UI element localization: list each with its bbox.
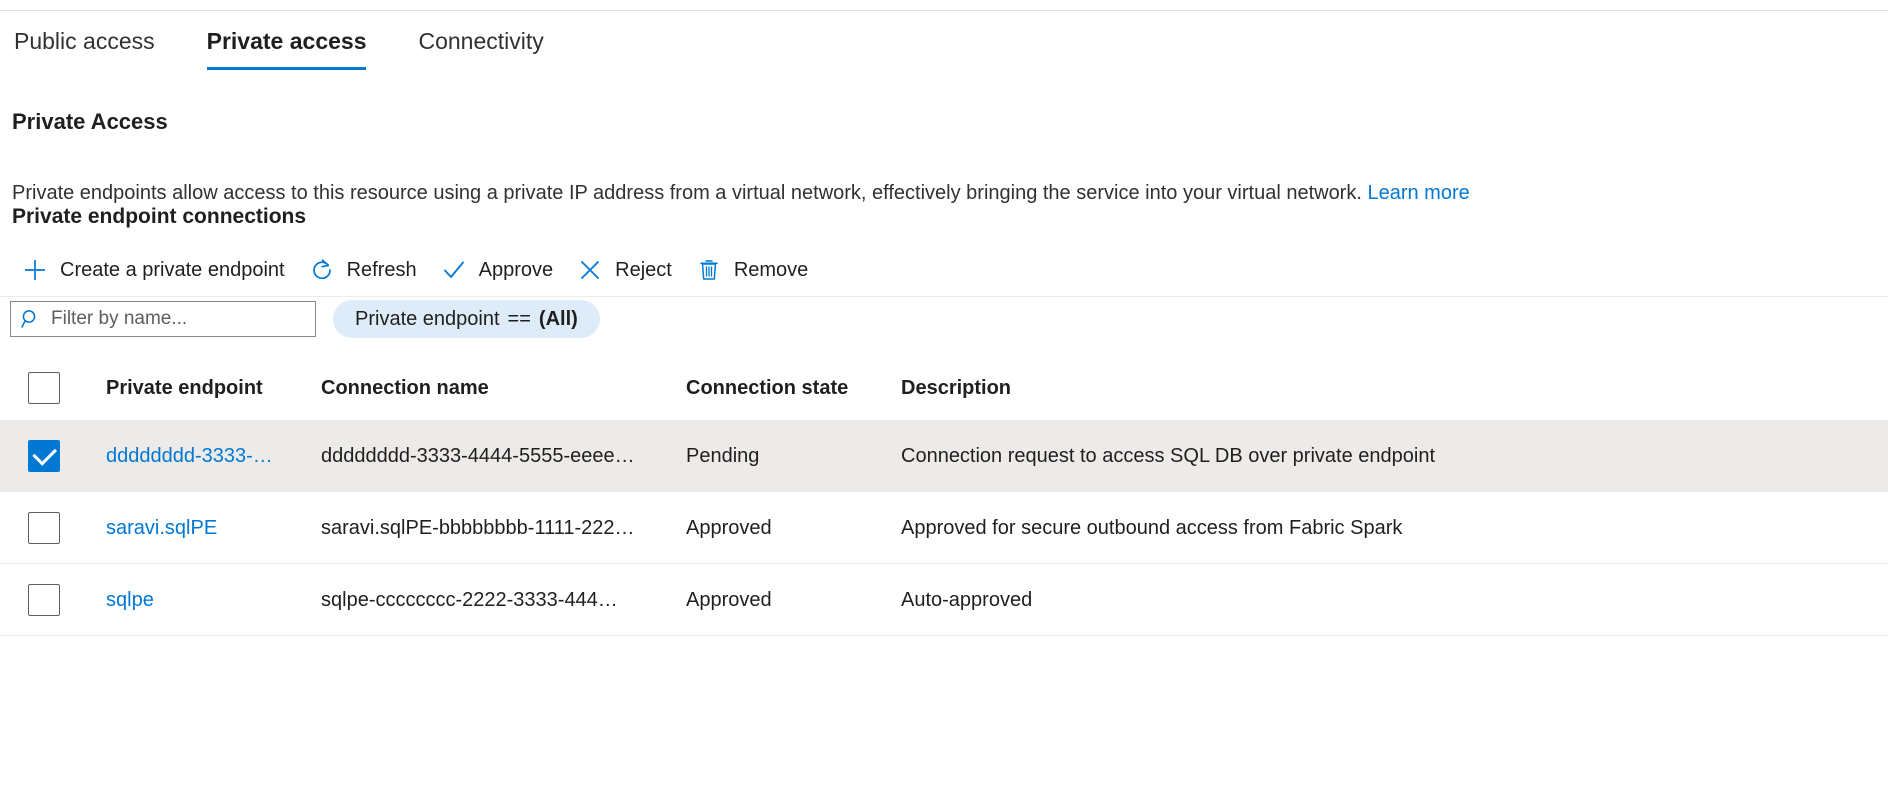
column-header-connection-state[interactable]: Connection state [686, 375, 901, 401]
private-endpoint-link[interactable]: saravi.sqlPE [106, 517, 217, 539]
plus-icon [22, 257, 48, 283]
refresh-icon [309, 257, 335, 283]
table-row[interactable]: sqlpe sqlpe-cccccccc-2222-3333-444… Appr… [0, 564, 1888, 636]
cell-description: Connection request to access SQL DB over… [901, 444, 1436, 467]
column-header-private-endpoint[interactable]: Private endpoint [106, 375, 321, 401]
row-select-cell [0, 583, 106, 616]
table-row[interactable]: saravi.sqlPE saravi.sqlPE-bbbbbbbb-1111-… [0, 492, 1888, 564]
filter-pill-field: Private endpoint [355, 308, 500, 330]
reject-label: Reject [615, 259, 672, 281]
cell-connection-name: dddddddd-3333-4444-5555-eeee… [321, 444, 635, 467]
private-endpoint-connections-title: Private endpoint connections [12, 205, 307, 228]
tab-private-access[interactable]: Private access [181, 26, 393, 70]
search-input[interactable] [51, 307, 307, 331]
column-header-connection-name[interactable]: Connection name [321, 375, 686, 401]
tab-public-access-label: Public access [14, 28, 155, 54]
reject-button[interactable]: Reject [567, 248, 686, 292]
filter-pill-private-endpoint[interactable]: Private endpoint == (All) [333, 300, 600, 338]
cell-connection-state: Pending [686, 444, 760, 467]
cell-private-endpoint: dddddddd-3333-… [106, 443, 321, 469]
row-checkbox[interactable] [28, 511, 60, 544]
private-endpoint-link[interactable]: dddddddd-3333-… [106, 445, 273, 467]
remove-label: Remove [733, 259, 809, 281]
close-x-icon [577, 257, 603, 283]
column-header-description[interactable]: Description [901, 375, 1888, 401]
tabstrip: Public access Private access Connectivit… [0, 26, 570, 82]
select-all-cell [0, 372, 106, 404]
row-select-cell [0, 511, 106, 544]
approve-button[interactable]: Approve [431, 248, 568, 292]
command-bar: Create a private endpoint Refresh Approv… [12, 248, 822, 292]
table-row[interactable]: dddddddd-3333-… dddddddd-3333-4444-5555-… [0, 420, 1888, 492]
search-box[interactable] [10, 301, 316, 337]
private-endpoint-link[interactable]: sqlpe [106, 589, 154, 611]
table-header-row: Private endpoint Connection name Connect… [0, 356, 1888, 420]
cell-description: Approved for secure outbound access from… [901, 516, 1403, 539]
checkmark-icon [441, 257, 467, 283]
private-access-page: Public access Private access Connectivit… [0, 0, 1888, 792]
cell-private-endpoint: sqlpe [106, 587, 321, 613]
tab-connectivity-label: Connectivity [418, 28, 544, 54]
page-title: Private Access [12, 109, 168, 134]
filter-pill-operator: == [507, 308, 531, 330]
create-private-endpoint-label: Create a private endpoint [60, 259, 285, 281]
cell-connection-name: saravi.sqlPE-bbbbbbbb-1111-222… [321, 516, 635, 539]
refresh-label: Refresh [346, 259, 417, 281]
cell-connection-name: sqlpe-cccccccc-2222-3333-444… [321, 588, 618, 611]
tab-connectivity[interactable]: Connectivity [392, 26, 569, 70]
cell-connection-state: Approved [686, 516, 772, 539]
cell-connection-state: Approved [686, 588, 772, 611]
top-divider [0, 10, 1888, 11]
row-select-cell [0, 439, 106, 472]
refresh-button[interactable]: Refresh [299, 248, 431, 292]
tab-private-access-label: Private access [206, 28, 367, 54]
remove-button[interactable]: Remove [686, 248, 822, 292]
cell-description: Auto-approved [901, 588, 1033, 611]
row-checkbox[interactable] [28, 583, 60, 616]
tab-public-access[interactable]: Public access [0, 26, 181, 70]
command-bar-divider [0, 296, 1888, 297]
search-icon [19, 307, 43, 331]
trash-icon [696, 257, 722, 283]
create-private-endpoint-button[interactable]: Create a private endpoint [12, 248, 299, 292]
learn-more-link[interactable]: Learn more [1367, 182, 1469, 204]
approve-label: Approve [478, 259, 554, 281]
select-all-checkbox[interactable] [28, 372, 60, 404]
cell-private-endpoint: saravi.sqlPE [106, 515, 321, 541]
private-endpoint-connections-table: Private endpoint Connection name Connect… [0, 356, 1888, 636]
section-description-text: Private endpoints allow access to this r… [12, 182, 1362, 204]
row-checkbox[interactable] [28, 439, 60, 472]
filter-pill-value: (All) [538, 308, 578, 330]
